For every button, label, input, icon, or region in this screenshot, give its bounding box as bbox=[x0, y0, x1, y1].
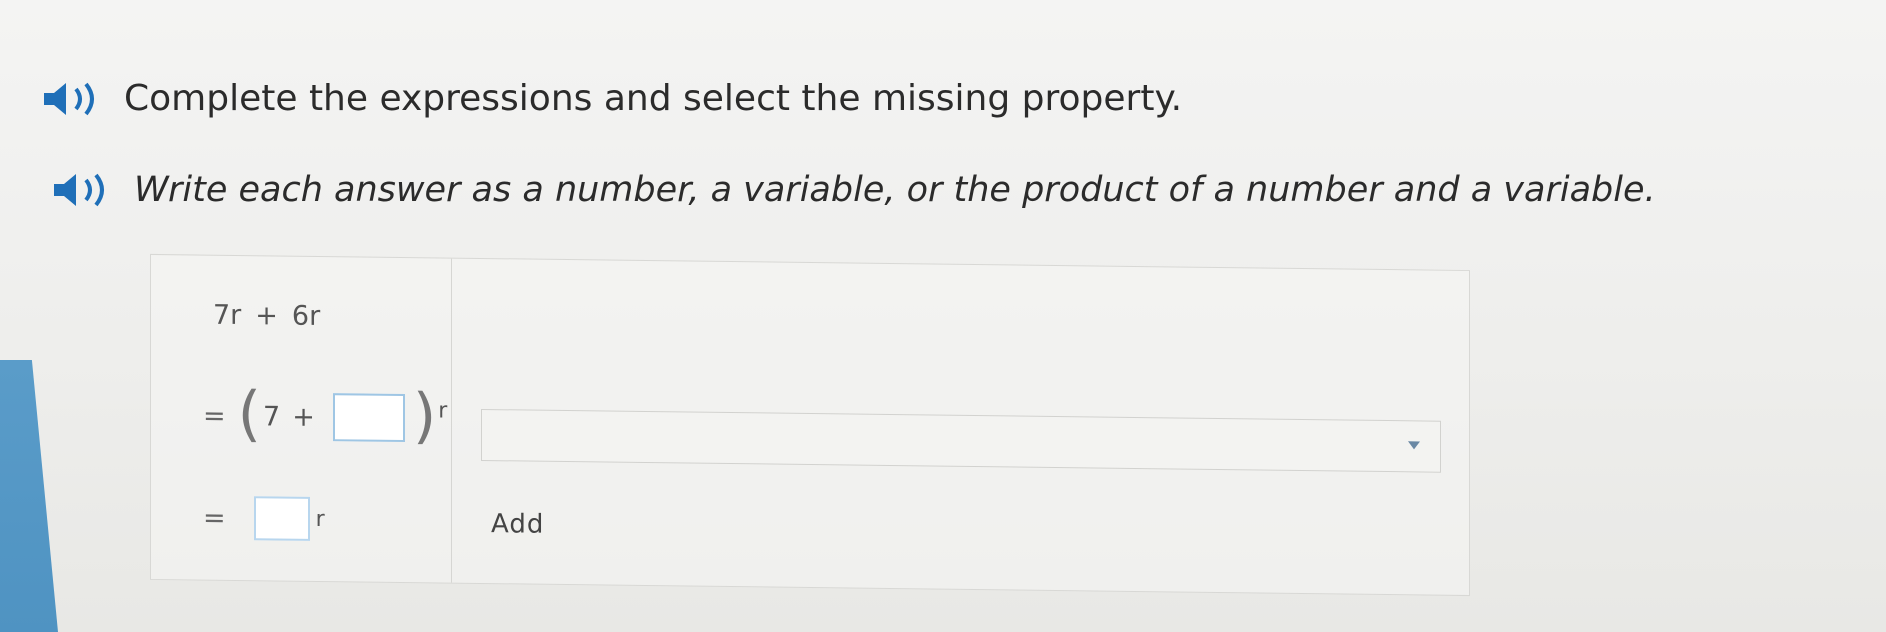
speaker-icon[interactable] bbox=[40, 79, 106, 119]
expression-line-2: = ( 7 + ) r bbox=[203, 379, 448, 452]
open-parenthesis: ( bbox=[237, 379, 262, 450]
expression-line-1: 7r + 6r bbox=[213, 300, 320, 332]
number-seven: 7 bbox=[263, 400, 281, 433]
chevron-down-icon bbox=[1408, 441, 1420, 450]
close-parenthesis: ) bbox=[412, 381, 437, 452]
plus-operator: + bbox=[292, 401, 315, 433]
answer-input-coefficient[interactable] bbox=[332, 393, 405, 443]
instruction-text-2: Write each answer as a number, a variabl… bbox=[134, 170, 1656, 210]
variable-r: r bbox=[438, 398, 448, 424]
speaker-icon[interactable] bbox=[50, 170, 116, 210]
problem-panel: 7r + 6r = ( 7 + ) r = r Add bbox=[150, 253, 1470, 597]
instruction-text-1: Complete the expressions and select the … bbox=[124, 78, 1183, 119]
column-divider bbox=[451, 258, 452, 583]
plus-operator: + bbox=[255, 300, 278, 332]
instruction-row-2: Write each answer as a number, a variabl… bbox=[50, 170, 1656, 210]
expression-line-3: = r bbox=[203, 496, 325, 541]
term-1: 7r bbox=[213, 299, 242, 332]
instruction-row-1: Complete the expressions and select the … bbox=[40, 78, 1182, 119]
term-2: 6r bbox=[291, 300, 321, 333]
variable-r: r bbox=[315, 506, 325, 533]
equals-sign: = bbox=[203, 502, 226, 534]
property-dropdown[interactable] bbox=[481, 408, 1441, 473]
left-edge-accent bbox=[0, 360, 58, 632]
equals-sign: = bbox=[203, 400, 226, 432]
answer-input-result[interactable] bbox=[253, 496, 310, 541]
property-label-add: Add bbox=[491, 509, 545, 540]
